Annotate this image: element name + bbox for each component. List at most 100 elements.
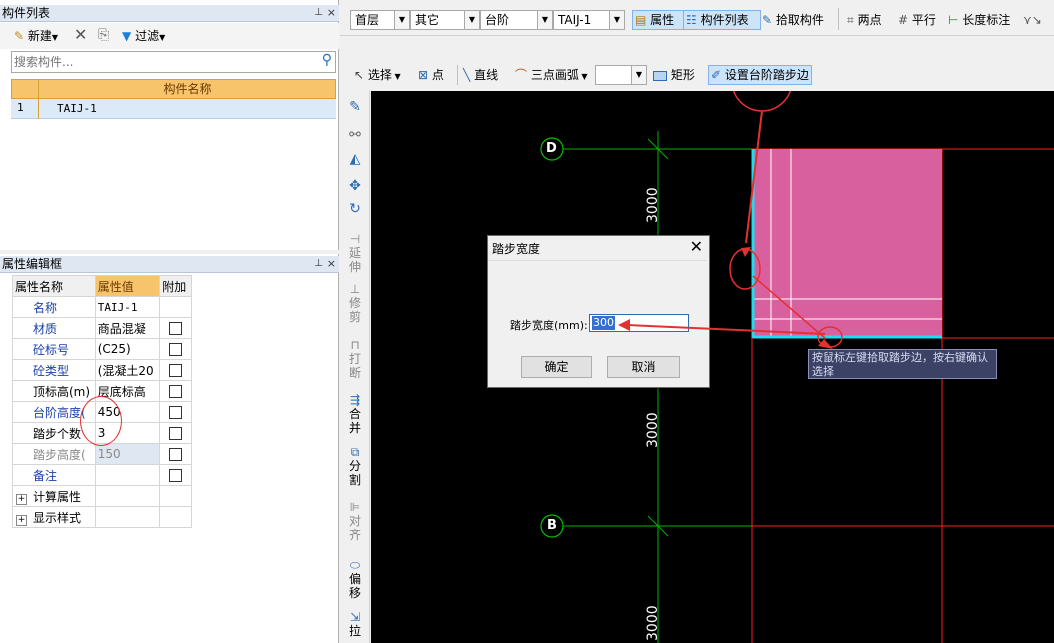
property-value[interactable] — [94, 464, 161, 486]
checkbox[interactable] — [169, 385, 183, 398]
split-tool[interactable]: ⧉ 分割 — [344, 445, 366, 487]
checkbox[interactable] — [169, 364, 183, 377]
copy-tool-icon[interactable]: ⚯ — [344, 128, 366, 142]
floor-select[interactable]: 首层 ▼ — [350, 10, 410, 30]
property-group-name[interactable]: + 计算属性 — [12, 485, 96, 507]
arc-button[interactable]: ⌒ 三点画弧 ▼ — [515, 65, 588, 87]
more-tool-icon[interactable]: ⋎↘ — [1023, 10, 1042, 30]
two-point-icon: ⌗ — [847, 13, 854, 27]
checkbox[interactable] — [169, 406, 183, 419]
step-width-dialog: 踏步宽度 ✕ 踏步宽度(mm): 300 确定 取消 — [487, 235, 710, 388]
offset-tool[interactable]: ⬭ 偏移 — [344, 558, 366, 600]
break-tool[interactable]: ⊓ 打断 — [344, 338, 366, 380]
property-row[interactable]: 名称 TAIJ-1 — [12, 296, 192, 318]
component-list-button[interactable]: ☷ 构件列表 — [683, 10, 761, 30]
parallel-button[interactable]: # 平行 — [898, 10, 936, 30]
type-select[interactable]: 台阶 ▼ — [480, 10, 553, 30]
step-width-value: 300 — [592, 316, 615, 330]
axis-label-d: D — [546, 141, 557, 156]
search-input[interactable] — [14, 53, 309, 70]
set-step-edge-button[interactable]: ✐ 设置台阶踏步边 — [708, 65, 812, 85]
row-number: 1 — [17, 101, 24, 114]
component-select[interactable]: TAIJ-1 ▼ — [553, 10, 625, 30]
stretch-tool[interactable]: ⇲ 拉 — [344, 610, 366, 638]
select-button[interactable]: ↖ 选择 ▼ — [354, 65, 401, 87]
property-row[interactable]: 备注 — [12, 464, 192, 486]
pick-component-button[interactable]: ✎ 拾取构件 — [762, 10, 824, 30]
dialog-title: 踏步宽度 — [492, 242, 541, 256]
toolbar-separator — [838, 8, 839, 30]
table-row[interactable]: 1 TAIJ-1 — [11, 99, 336, 119]
new-button[interactable]: ✎ 新建▼ — [14, 27, 58, 47]
property-row[interactable]: 材质 商品混凝 — [12, 317, 192, 339]
property-value[interactable]: 商品混凝 — [94, 317, 161, 339]
row-divider — [38, 79, 39, 119]
component-list-title: 构件列表 — [2, 6, 51, 20]
merge-tool[interactable]: ⇶ 合并 — [344, 393, 366, 435]
checkbox[interactable] — [169, 448, 183, 461]
expand-icon[interactable]: + — [16, 514, 27, 526]
rect-button[interactable]: 矩形 — [653, 65, 695, 85]
pin-icon[interactable]: ⊥ — [314, 5, 323, 21]
category-select[interactable]: 其它 ▼ — [410, 10, 480, 30]
chevron-down-icon: ▼ — [578, 72, 588, 81]
property-value[interactable]: (混凝土20 — [94, 359, 161, 381]
brush-icon[interactable]: ✎ — [344, 100, 366, 114]
split-label: 分割 — [349, 459, 362, 487]
rotate-icon[interactable]: ↻ — [344, 202, 366, 216]
extra-cell — [159, 296, 192, 318]
length-dim-button[interactable]: ⊢ 长度标注 — [948, 10, 1010, 30]
pin-icon[interactable]: ⊥ — [314, 256, 323, 272]
row-name: TAIJ-1 — [57, 102, 97, 115]
dimension-text: 3000 — [645, 412, 661, 448]
filter-button[interactable]: ▼ 过滤▼ — [122, 27, 165, 47]
step-width-input[interactable]: 300 — [589, 314, 689, 332]
checkbox[interactable] — [169, 322, 183, 335]
component-list-panel: 构件列表 ⊥ × ✎ 新建▼ ✕ ⎘ ▼ 过滤▼ ⚲ 构件名称 1 TAIJ-1 — [0, 0, 339, 250]
properties-button[interactable]: ▤ 属性 — [632, 10, 686, 30]
drawing-canvas[interactable]: D B 3000 3000 3000 按鼠标左键拾取踏步边，按右键确认选择 — [371, 91, 1054, 643]
checkbox[interactable] — [169, 469, 183, 482]
property-value[interactable]: (C25) — [94, 338, 161, 360]
extend-tool[interactable]: ⊣ 延伸 — [344, 232, 366, 274]
new-icon: ✎ — [14, 29, 25, 43]
cancel-button[interactable]: 取消 — [607, 356, 680, 378]
property-group-name[interactable]: + 显示样式 — [12, 506, 96, 528]
step-width-label: 踏步宽度(mm): — [510, 319, 588, 332]
search-icon[interactable]: ⚲ — [322, 52, 332, 68]
expand-icon[interactable]: + — [16, 493, 27, 505]
mirror-icon[interactable]: ◭ — [344, 152, 366, 166]
property-value[interactable]: TAIJ-1 — [94, 296, 161, 318]
trim-tool[interactable]: ⊥ 修剪 — [344, 282, 366, 324]
close-icon[interactable]: × — [327, 5, 336, 21]
checkbox[interactable] — [169, 427, 183, 440]
arc-option-select[interactable]: ▼ — [595, 65, 647, 85]
property-name: 砼类型 — [12, 359, 96, 381]
chevron-down-icon: ▼ — [537, 11, 552, 29]
line-button[interactable]: ╲ 直线 — [463, 65, 498, 85]
point-button[interactable]: ⊠ 点 — [418, 65, 444, 85]
dialog-close-icon[interactable]: ✕ — [690, 236, 703, 258]
two-point-button[interactable]: ⌗ 两点 — [847, 10, 882, 30]
toolbar-row-2: ↖ 选择 ▼ ⊠ 点 ╲ 直线 ⌒ 三点画弧 ▼ ▼ 矩形 ✐ 设置台阶踏步边 — [340, 37, 1054, 91]
property-group-row[interactable]: + 显示样式 — [12, 506, 192, 528]
column-header-name[interactable]: 构件名称 — [40, 80, 335, 98]
header-extra: 附加 — [159, 275, 192, 297]
merge-icon: ⇶ — [349, 393, 361, 407]
align-tool[interactable]: ⊫ 对齐 — [344, 500, 366, 542]
stretch-label: 拉 — [348, 624, 361, 638]
delete-icon[interactable]: ✕ — [74, 26, 87, 44]
annotation-arrowhead — [741, 247, 751, 257]
property-group-row[interactable]: + 计算属性 — [12, 485, 192, 507]
ok-button[interactable]: 确定 — [521, 356, 592, 378]
extra-cell — [159, 485, 192, 507]
property-row[interactable]: 砼类型 (混凝土20 — [12, 359, 192, 381]
property-row[interactable]: 砼标号 (C25) — [12, 338, 192, 360]
annotation-circle — [732, 91, 792, 112]
checkbox[interactable] — [169, 343, 183, 356]
split-icon: ⧉ — [350, 445, 360, 459]
close-icon[interactable]: × — [327, 256, 336, 272]
copy-icon[interactable]: ⎘ — [98, 26, 109, 44]
trim-label: 修剪 — [349, 296, 362, 324]
move-icon[interactable]: ✥ — [344, 179, 366, 193]
